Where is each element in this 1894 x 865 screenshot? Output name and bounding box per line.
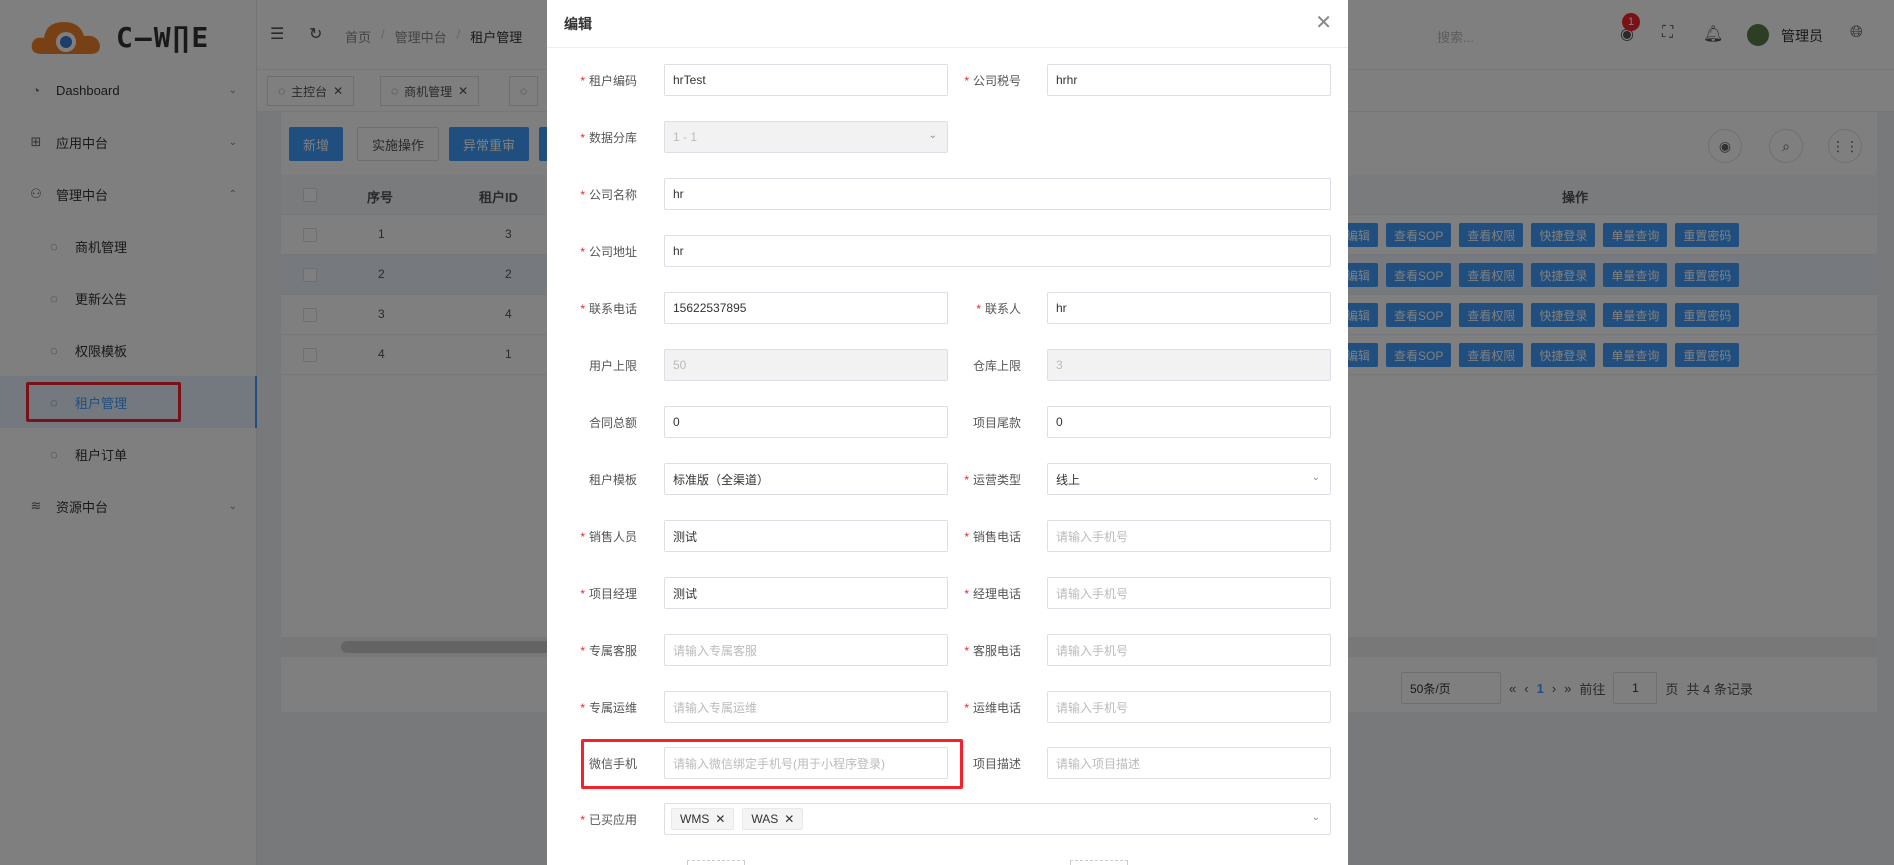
close-icon[interactable]: ✕	[784, 812, 794, 826]
tenant-code-input[interactable]: hrTest	[664, 64, 948, 96]
customer-service-input[interactable]: 请输入专属客服	[664, 634, 948, 666]
field-label: * 销售电话	[964, 530, 1021, 544]
chevron-down-icon: ⌄	[1311, 812, 1320, 823]
bought-apps-select[interactable]: WMS ✕ WAS ✕ ⌄	[664, 803, 1331, 835]
field-label: * 项目经理	[580, 587, 637, 601]
project-description-input[interactable]: 请输入项目描述	[1047, 747, 1331, 779]
db-shard-value: 1 - 1	[673, 130, 698, 144]
db-shard-select: 1 - 1 ⌄	[664, 121, 948, 153]
dialog-title: 编辑	[564, 16, 592, 32]
ops-person-input[interactable]: 请输入专属运维	[664, 691, 948, 723]
contact-phone-input[interactable]: 15622537895	[664, 292, 948, 324]
field-label: 仓库上限	[972, 359, 1021, 373]
form-row: * 公司地址 hr	[547, 235, 1348, 269]
app-tag: WMS ✕	[671, 808, 735, 830]
close-icon[interactable]: ✕	[1315, 10, 1332, 35]
form-row: * 联系电话 15622537895 * 联系人 hr	[547, 292, 1348, 326]
field-label: * 运营类型	[964, 473, 1021, 487]
project-manager-input[interactable]: 测试	[664, 577, 948, 609]
field-label: * 专属客服	[580, 644, 637, 658]
manager-phone-input[interactable]: 请输入手机号	[1047, 577, 1331, 609]
field-label: * 联系人	[976, 302, 1021, 316]
field-label: * 租户编码	[580, 74, 637, 88]
form-row: 用户上限 50 仓库上限 3	[547, 349, 1348, 383]
tenant-template-input[interactable]: 标准版（全渠道）	[664, 463, 948, 495]
form-row: 租户模板 标准版（全渠道） * 运营类型 线上 ⌄	[547, 463, 1348, 497]
chevron-down-icon: ⌄	[928, 130, 937, 141]
field-label: * 运维电话	[964, 701, 1021, 715]
field-label: * 经理电话	[964, 587, 1021, 601]
user-limit-input: 50	[664, 349, 948, 381]
field-label: * 已买应用	[580, 813, 637, 827]
form-row: * 数据分库 1 - 1 ⌄	[547, 121, 1348, 155]
form-row: 合同总额 0 项目尾款 0	[547, 406, 1348, 440]
form-row: * 项目经理 测试 * 经理电话 请输入手机号	[547, 577, 1348, 611]
field-label: 合同总额	[588, 416, 637, 430]
cs-phone-input[interactable]: 请输入手机号	[1047, 634, 1331, 666]
warehouse-limit-input: 3	[1047, 349, 1331, 381]
field-label: * 数据分库	[580, 131, 637, 145]
tax-no-input[interactable]: hrhr	[1047, 64, 1331, 96]
ops-type-select[interactable]: 线上 ⌄	[1047, 463, 1331, 495]
field-label: * 专属运维	[580, 701, 637, 715]
field-label: 租户模板	[588, 473, 637, 487]
field-label: * 公司税号	[964, 74, 1021, 88]
field-label: * 公司名称	[580, 188, 637, 202]
field-label: * 客服电话	[964, 644, 1021, 658]
upload-placeholder[interactable]	[1070, 860, 1128, 865]
ops-phone-input[interactable]: 请输入手机号	[1047, 691, 1331, 723]
sales-person-input[interactable]: 测试	[664, 520, 948, 552]
dialog-header: 编辑 ✕	[547, 0, 1348, 48]
sales-phone-input[interactable]: 请输入手机号	[1047, 520, 1331, 552]
ops-type-value: 线上	[1056, 472, 1081, 487]
field-label: * 公司地址	[580, 245, 637, 259]
form-row: * 专属运维 请输入专属运维 * 运维电话 请输入手机号	[547, 691, 1348, 725]
close-icon[interactable]: ✕	[715, 812, 725, 826]
highlight-box	[581, 739, 963, 789]
company-address-input[interactable]: hr	[664, 235, 1331, 267]
form-row: * 专属客服 请输入专属客服 * 客服电话 请输入手机号	[547, 634, 1348, 668]
form-row: * 销售人员 测试 * 销售电话 请输入手机号	[547, 520, 1348, 554]
contact-person-input[interactable]: hr	[1047, 292, 1331, 324]
project-balance-input[interactable]: 0	[1047, 406, 1331, 438]
field-label: 用户上限	[588, 359, 637, 373]
contract-total-input[interactable]: 0	[664, 406, 948, 438]
form-row: * 已买应用 WMS ✕ WAS ✕ ⌄	[547, 803, 1348, 837]
upload-placeholder[interactable]	[687, 860, 745, 865]
edit-dialog: 编辑 ✕ * 租户编码 hrTest * 公司税号 hrhr * 数据分库 1 - 1…	[547, 0, 1348, 865]
field-label: * 销售人员	[580, 530, 637, 544]
app-tag: WAS ✕	[742, 808, 804, 830]
chevron-down-icon: ⌄	[1311, 472, 1320, 483]
field-label: 项目尾款	[972, 416, 1021, 430]
form-row: * 租户编码 hrTest * 公司税号 hrhr	[547, 64, 1348, 98]
field-label: * 联系电话	[580, 302, 637, 316]
company-name-input[interactable]: hr	[664, 178, 1331, 210]
form-row: * 公司名称 hr	[547, 178, 1348, 212]
